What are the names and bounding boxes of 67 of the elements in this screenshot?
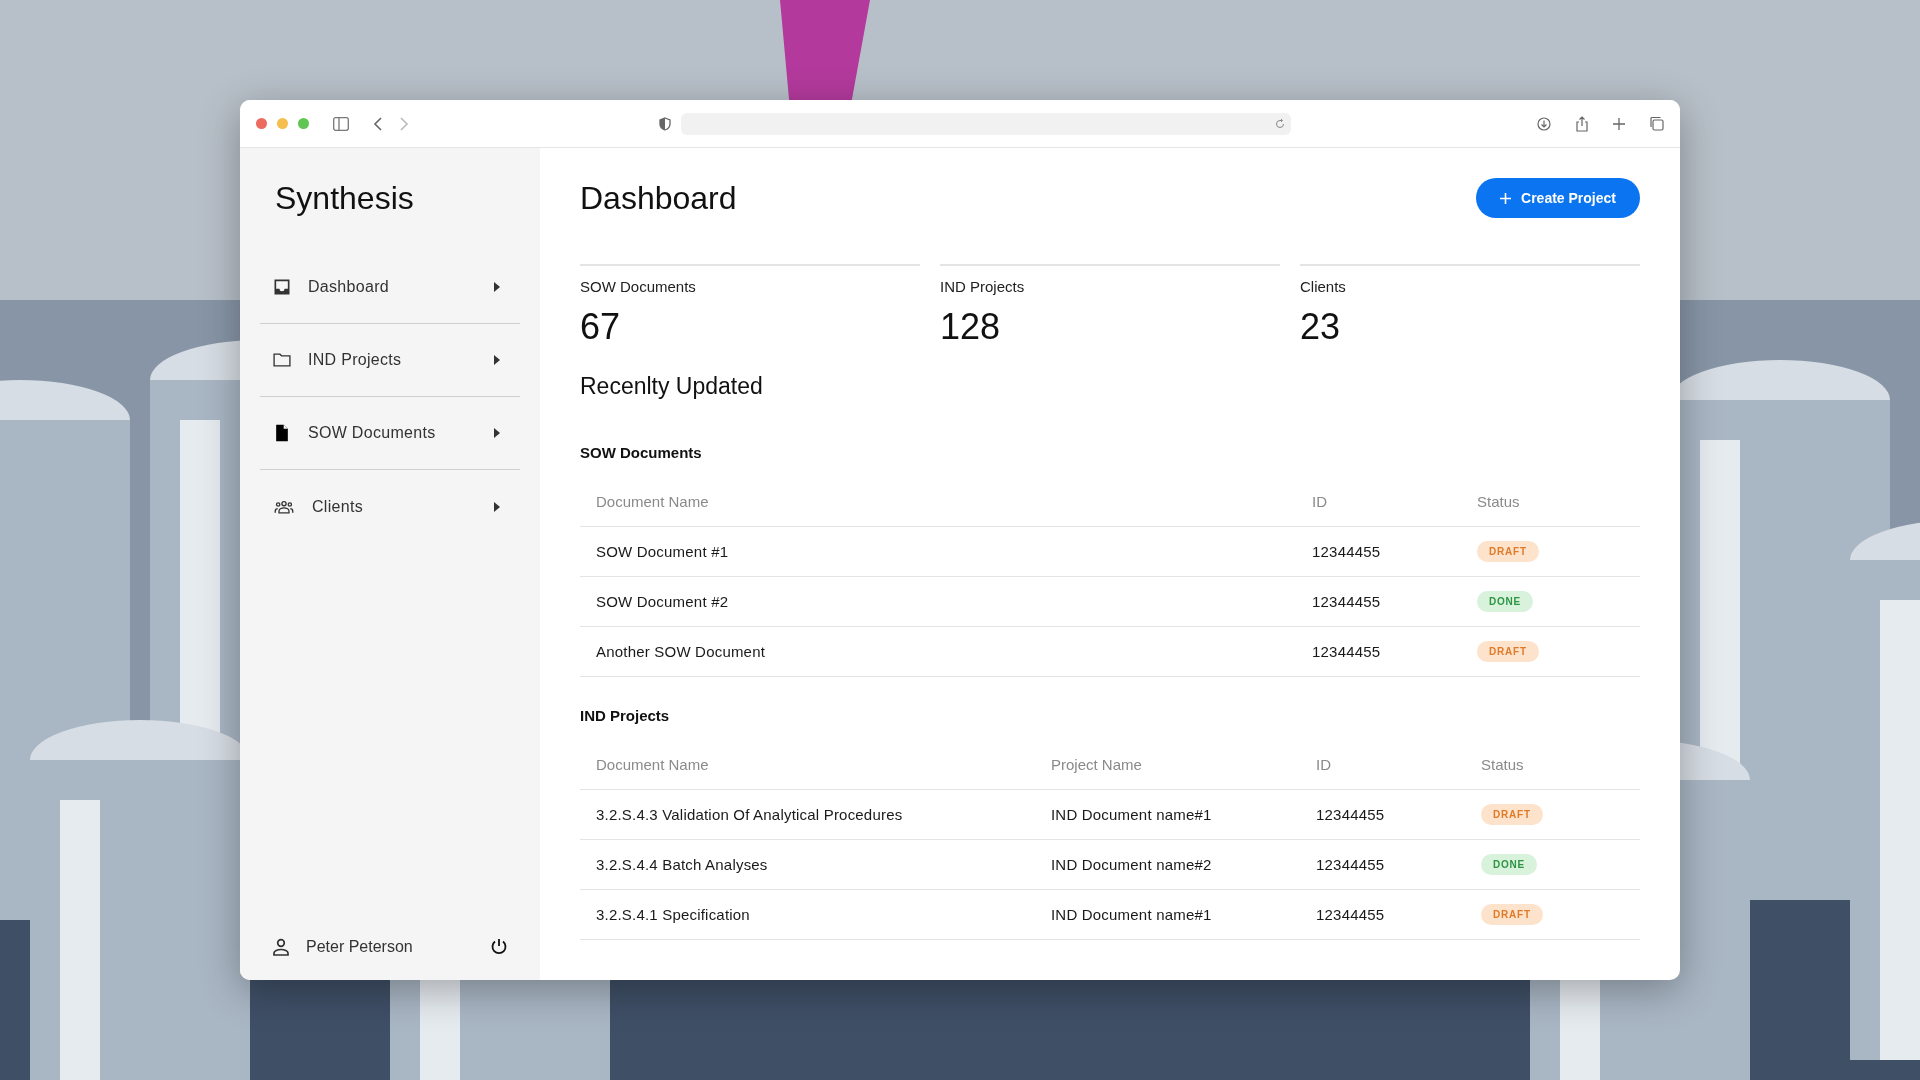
- nav-label: Clients: [312, 497, 364, 516]
- status-badge: DONE: [1481, 854, 1538, 875]
- reload-icon[interactable]: [1275, 118, 1285, 129]
- share-icon[interactable]: [1575, 115, 1589, 132]
- plus-icon[interactable]: [1613, 117, 1625, 130]
- power-icon[interactable]: [490, 938, 508, 956]
- table-cell: IND Document name#1: [1035, 790, 1300, 840]
- table-cell: 12344455: [1300, 890, 1465, 940]
- section-title: Recenlty Updated: [580, 373, 764, 400]
- status-badge: DRAFT: [1477, 541, 1539, 562]
- shield-icon: [659, 116, 671, 131]
- table-title: SOW Documents: [580, 444, 703, 461]
- tabs-icon[interactable]: [1649, 116, 1664, 131]
- column-header: ID: [1300, 740, 1465, 790]
- user-name: Peter Peterson: [306, 938, 414, 956]
- caret-icon: [494, 501, 500, 512]
- table-cell: 3.2.S.4.4 Batch Analyses: [580, 840, 1035, 890]
- table-cell: 12344455: [1296, 627, 1461, 677]
- nav-item[interactable]: Clients: [260, 470, 520, 543]
- column-header: Status: [1461, 477, 1640, 527]
- column-header: Document Name: [580, 477, 1296, 527]
- address-field[interactable]: [681, 112, 1291, 135]
- back-icon[interactable]: [373, 116, 383, 131]
- stat-label: Clients: [1300, 278, 1347, 295]
- stat-value: 128: [940, 305, 1002, 349]
- table-cell: 3.2.S.4.1 Specification: [580, 890, 1035, 940]
- caret-icon: [494, 355, 500, 365]
- caret-icon: [494, 282, 500, 292]
- table-title: IND Projects: [580, 707, 671, 724]
- table-cell: SOW Document #2: [580, 577, 1296, 627]
- column-header: Status: [1465, 740, 1640, 790]
- create-project-button[interactable]: Create Project: [1476, 178, 1640, 218]
- table-cell: 3.2.S.4.3 Validation Of Analytical Procedures: [580, 790, 1035, 840]
- nav-item[interactable]: Dashboard: [260, 251, 520, 324]
- table-cell: Another SOW Document: [580, 627, 1296, 677]
- table-cell: IND Document name#1: [1035, 890, 1300, 940]
- stat-label: IND Projects: [940, 278, 1026, 295]
- table-cell: SOW Document #1: [580, 527, 1296, 577]
- status-badge: DRAFT: [1477, 641, 1539, 662]
- status-badge: DONE: [1477, 591, 1534, 612]
- column-header: ID: [1296, 477, 1461, 527]
- table-cell: 12344455: [1296, 527, 1461, 577]
- user-icon: [272, 938, 290, 956]
- inbox-icon: [272, 277, 292, 297]
- status-badge: DRAFT: [1481, 804, 1543, 825]
- column-header: Project Name: [1035, 740, 1300, 790]
- stat-label: SOW Documents: [580, 278, 697, 295]
- stat-value: 67: [580, 305, 622, 349]
- stat-value: 23: [1300, 305, 1342, 349]
- close-window-icon[interactable]: [256, 118, 267, 129]
- table-cell: 12344455: [1300, 840, 1465, 890]
- plus-icon: [1500, 192, 1512, 204]
- caret-icon: [494, 428, 500, 438]
- nav-label: Dashboard: [308, 278, 390, 296]
- app-name: Synthesis: [274, 179, 415, 218]
- status-badge: DRAFT: [1481, 904, 1543, 925]
- nav-label: IND Projects: [308, 351, 403, 369]
- table-cell: 12344455: [1300, 790, 1465, 840]
- nav-item[interactable]: IND Projects: [260, 324, 520, 397]
- nav-item[interactable]: SOW Documents: [260, 397, 520, 470]
- column-header: Document Name: [580, 740, 1035, 790]
- table-cell: IND Document name#2: [1035, 840, 1300, 890]
- download-icon[interactable]: [1537, 116, 1551, 131]
- nav-label: SOW Documents: [308, 424, 437, 442]
- page-title: Dashboard: [580, 179, 737, 217]
- sidebar-icon[interactable]: [333, 116, 349, 131]
- table-cell: 12344455: [1296, 577, 1461, 627]
